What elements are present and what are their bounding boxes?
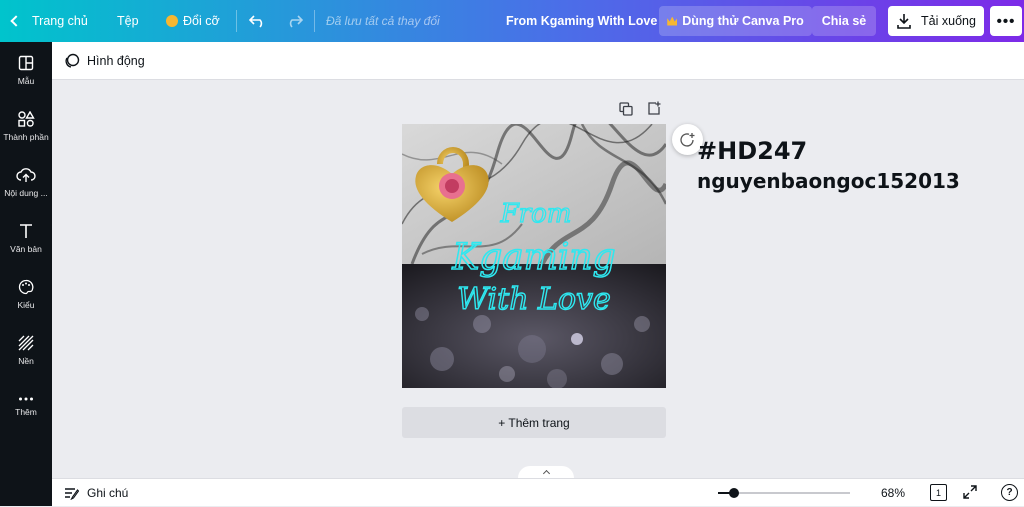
sidebar-item-label: Nội dung ... — [4, 187, 48, 198]
download-button[interactable]: Tải xuống — [888, 6, 984, 36]
share-label: Chia sẻ — [821, 14, 867, 28]
help-icon: ? — [1006, 487, 1013, 498]
page-count-button[interactable]: 1 — [930, 484, 947, 501]
zoom-level[interactable]: 68% — [881, 479, 905, 507]
try-pro-button[interactable]: Dùng thử Canva Pro — [659, 6, 812, 36]
style-icon — [18, 279, 34, 294]
background-icon — [18, 335, 34, 350]
share-button[interactable]: Chia sẻ — [812, 6, 876, 36]
sidebar-item-label: Văn bản — [10, 243, 42, 254]
canvas-line-3: With Love — [457, 282, 611, 317]
sidebar-item-styles[interactable]: Kiểu — [0, 266, 52, 322]
username-text: nguyenbaongoc152013 — [697, 169, 960, 193]
divider — [314, 10, 315, 32]
sidebar-item-label: Mẫu — [17, 75, 35, 86]
animate-icon — [65, 53, 80, 68]
top-bar: Trang chủ Tệp Đổi cỡ Đã lưu tất cả thay … — [0, 0, 1024, 42]
crown-icon — [166, 15, 178, 27]
page-count: 1 — [935, 487, 941, 498]
zoom-slider-handle[interactable] — [729, 488, 739, 498]
sidebar-item-templates[interactable]: Mẫu — [0, 42, 52, 98]
file-menu[interactable]: Tệp — [117, 0, 139, 42]
crown-icon — [667, 16, 678, 26]
undo-icon — [249, 15, 263, 28]
resize-button[interactable]: Đổi cỡ — [166, 0, 220, 42]
download-icon — [897, 14, 911, 29]
redo-button[interactable] — [285, 0, 303, 42]
sidebar-item-label: Thành phần — [3, 131, 49, 142]
left-sidebar: Mẫu Thành phần Nội dung ... Văn bản Kiểu… — [0, 42, 52, 506]
add-page-icon — [648, 101, 661, 115]
notes-label: Ghi chú — [87, 486, 129, 500]
canvas-line-1: From — [500, 199, 572, 229]
sidebar-item-label: Nền — [18, 355, 34, 366]
elements-icon — [18, 110, 35, 127]
resize-label: Đổi cỡ — [183, 14, 220, 28]
sidebar-item-more[interactable]: Thêm — [0, 378, 52, 434]
fullscreen-button[interactable] — [963, 485, 979, 501]
animate-label: Hình động — [87, 54, 145, 68]
hashtag-text: #HD247 — [697, 137, 808, 165]
zoom-slider[interactable] — [718, 488, 850, 498]
add-page-button[interactable]: + Thêm trang — [402, 407, 666, 438]
duplicate-icon — [619, 102, 633, 116]
chevron-up-icon — [542, 469, 550, 478]
design-canvas[interactable]: From Kgaming With Love — [402, 124, 666, 388]
chevron-left-icon — [10, 15, 22, 27]
more-icon — [19, 397, 33, 400]
bottom-bar: Ghi chú 68% 1 ? — [52, 478, 1024, 506]
duplicate-page-button[interactable] — [619, 102, 635, 118]
notes-button[interactable]: Ghi chú — [64, 479, 128, 507]
expand-icon — [963, 485, 977, 499]
save-status: Đã lưu tất cả thay đổi — [326, 14, 440, 28]
home-label: Trang chủ — [32, 14, 88, 28]
sidebar-item-text[interactable]: Văn bản — [0, 210, 52, 266]
show-pages-toggle[interactable] — [518, 466, 574, 478]
help-button[interactable]: ? — [1001, 484, 1018, 501]
notes-icon — [65, 487, 79, 500]
template-icon — [18, 55, 34, 70]
redo-icon — [289, 15, 303, 28]
upload-icon — [16, 167, 36, 182]
home-button[interactable]: Trang chủ — [10, 0, 88, 42]
sidebar-item-label: Thêm — [15, 406, 37, 417]
design-artwork: From Kgaming With Love — [402, 124, 666, 388]
more-options-button[interactable]: ••• — [990, 6, 1022, 36]
add-page-icon-button[interactable] — [647, 101, 663, 117]
comment-add-icon — [679, 132, 694, 147]
sidebar-item-elements[interactable]: Thành phần — [0, 98, 52, 154]
sidebar-item-label: Kiểu — [17, 299, 35, 310]
editor-toolbar: Hình động — [52, 42, 1024, 80]
animate-button[interactable]: Hình động — [64, 42, 145, 80]
try-pro-label: Dùng thử Canva Pro — [682, 14, 804, 28]
sidebar-item-background[interactable]: Nền — [0, 322, 52, 378]
text-icon — [20, 223, 32, 238]
document-title[interactable]: From Kgaming With Love — [506, 0, 657, 42]
file-label: Tệp — [117, 14, 139, 28]
sidebar-item-uploads[interactable]: Nội dung ... — [0, 154, 52, 210]
canvas-line-2: Kgaming — [451, 237, 615, 278]
undo-button[interactable] — [249, 0, 267, 42]
divider — [236, 10, 237, 32]
download-label: Tải xuống — [921, 14, 976, 28]
